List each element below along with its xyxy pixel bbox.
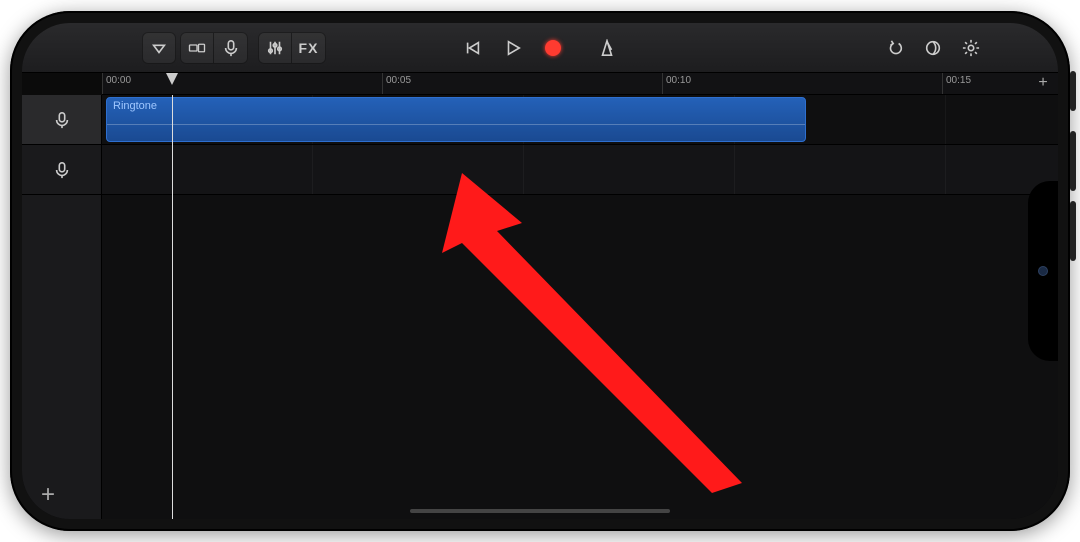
mixer-button[interactable] — [258, 32, 292, 64]
ruler-tick-label: 00:15 — [946, 75, 971, 86]
record-icon — [545, 40, 561, 56]
timeline-tracks[interactable]: Ringtone — [102, 95, 1058, 519]
ruler-tick-label: 00:05 — [386, 75, 411, 86]
mic-input-button[interactable] — [214, 32, 248, 64]
home-indicator[interactable] — [410, 509, 670, 513]
track-row[interactable] — [102, 145, 1058, 195]
rewind-button[interactable] — [456, 32, 490, 64]
tracks-menu-button[interactable] — [142, 32, 176, 64]
add-track-button[interactable]: + — [34, 481, 62, 509]
track-row[interactable]: Ringtone — [102, 95, 1058, 145]
settings-button[interactable] — [954, 32, 988, 64]
volume-down-button — [1070, 201, 1076, 261]
microphone-icon — [53, 161, 71, 179]
timeline-ruler[interactable]: 00:00 00:05 00:10 00:15 + — [102, 73, 1058, 95]
notch — [1028, 181, 1058, 361]
toolbar: FX — [22, 23, 1058, 73]
track-headers — [22, 95, 102, 519]
track-header-1[interactable] — [22, 95, 101, 145]
microphone-icon — [53, 111, 71, 129]
fx-button[interactable]: FX — [292, 32, 326, 64]
play-button[interactable] — [496, 32, 530, 64]
metronome-button[interactable] — [590, 32, 624, 64]
screen: FX — [22, 23, 1058, 519]
track-area: Ringtone — [22, 95, 1058, 519]
undo-button[interactable] — [878, 32, 912, 64]
audio-region-label: Ringtone — [113, 100, 157, 112]
volume-up-button — [1070, 131, 1076, 191]
ruler-tick-label: 00:10 — [666, 75, 691, 86]
transport-controls — [456, 32, 624, 64]
loop-browser-button[interactable] — [916, 32, 950, 64]
phone-frame: FX — [10, 11, 1070, 531]
track-header-2[interactable] — [22, 145, 101, 195]
fx-label: FX — [299, 40, 319, 56]
audio-region[interactable]: Ringtone — [106, 97, 806, 142]
view-toggle-button[interactable] — [180, 32, 214, 64]
add-section-button[interactable]: + — [1034, 74, 1052, 92]
record-button[interactable] — [536, 32, 570, 64]
ruler-tick-label: 00:00 — [106, 75, 131, 86]
side-button — [1070, 71, 1076, 111]
